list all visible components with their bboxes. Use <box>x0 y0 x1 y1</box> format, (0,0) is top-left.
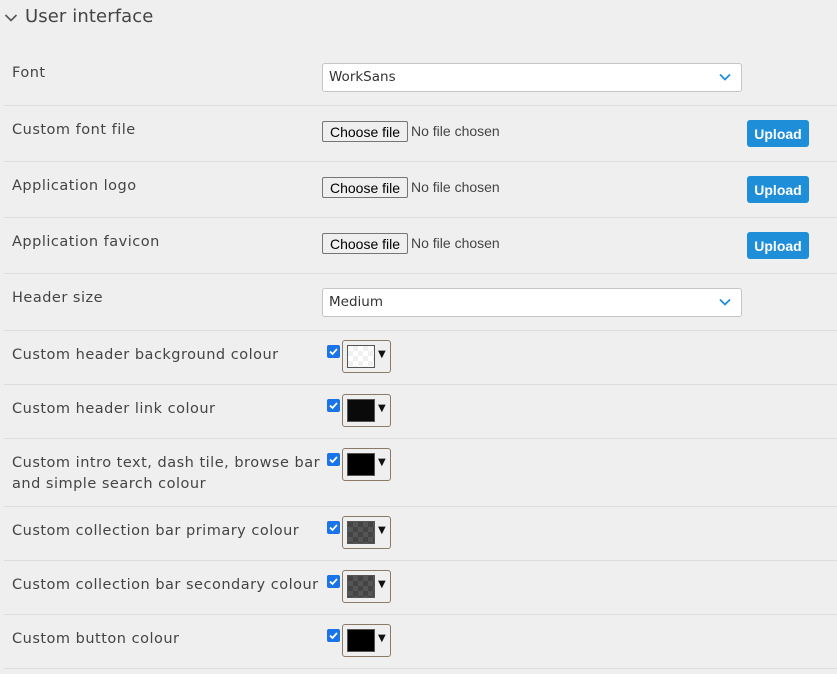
collection-bar-primary-colour-checkbox[interactable] <box>327 521 340 534</box>
chevron-down-icon <box>719 73 731 81</box>
intro-text-colour-label-line2: and simple search colour <box>12 476 207 492</box>
checkmark-icon <box>329 402 338 410</box>
collection-bar-secondary-colour-label: Custom collection bar secondary colour <box>12 577 319 593</box>
colour-swatch <box>347 453 375 476</box>
colour-swatch <box>347 399 375 422</box>
application-logo-row: Application logo Choose file No file cho… <box>4 162 837 218</box>
header-link-colour-picker[interactable]: ▼ <box>342 394 391 427</box>
colour-swatch <box>347 521 375 544</box>
dropdown-arrow-icon: ▼ <box>378 349 386 360</box>
font-select-value: WorkSans <box>329 69 396 85</box>
intro-text-colour-row: Custom intro text, dash tile, browse bar… <box>4 439 837 507</box>
collection-bar-secondary-colour-picker[interactable]: ▼ <box>342 570 391 603</box>
dropdown-arrow-icon: ▼ <box>378 525 386 536</box>
collection-bar-secondary-colour-row: Custom collection bar secondary colour ▼ <box>4 561 837 615</box>
application-favicon-label: Application favicon <box>12 234 160 250</box>
header-background-colour-label: Custom header background colour <box>12 347 279 363</box>
section-header-user-interface[interactable]: User interface <box>0 0 837 36</box>
checkmark-icon <box>329 632 338 640</box>
collection-bar-primary-colour-picker[interactable]: ▼ <box>342 516 391 549</box>
button-colour-checkbox[interactable] <box>327 629 340 642</box>
button-colour-row: Custom button colour ▼ <box>4 615 837 669</box>
intro-text-colour-checkbox[interactable] <box>327 453 340 466</box>
dropdown-arrow-icon: ▼ <box>378 633 386 644</box>
header-background-colour-picker[interactable]: ▼ <box>342 340 391 373</box>
checkmark-icon <box>329 348 338 356</box>
header-size-select[interactable]: Medium <box>322 288 742 317</box>
font-select[interactable]: WorkSans <box>322 63 742 92</box>
chevron-down-icon <box>4 14 18 22</box>
application-favicon-row: Application favicon Choose file No file … <box>4 218 837 274</box>
header-link-colour-row: Custom header link colour ▼ <box>4 385 837 439</box>
checkmark-icon <box>329 524 338 532</box>
custom-font-file-status: No file chosen <box>411 123 500 139</box>
header-background-colour-row: Custom header background colour ▼ <box>4 331 837 385</box>
custom-font-file-row: Custom font file Choose file No file cho… <box>4 106 837 162</box>
font-row: Font WorkSans <box>4 48 837 106</box>
header-link-colour-label: Custom header link colour <box>12 401 216 417</box>
dropdown-arrow-icon: ▼ <box>378 457 386 468</box>
font-label: Font <box>12 65 46 81</box>
header-background-colour-checkbox[interactable] <box>327 345 340 358</box>
button-colour-picker[interactable]: ▼ <box>342 624 391 657</box>
dropdown-arrow-icon: ▼ <box>378 403 386 414</box>
application-logo-status: No file chosen <box>411 179 500 195</box>
header-size-select-value: Medium <box>329 294 383 310</box>
header-link-colour-checkbox[interactable] <box>327 399 340 412</box>
application-favicon-upload-button[interactable]: Upload <box>747 232 809 259</box>
application-favicon-status: No file chosen <box>411 235 500 251</box>
application-logo-upload-button[interactable]: Upload <box>747 176 809 203</box>
chevron-down-icon <box>719 298 731 306</box>
dropdown-arrow-icon: ▼ <box>378 579 386 590</box>
colour-swatch <box>347 575 375 598</box>
collection-bar-secondary-colour-checkbox[interactable] <box>327 575 340 588</box>
application-logo-choose-button[interactable]: Choose file <box>322 177 408 198</box>
application-logo-label: Application logo <box>12 178 137 194</box>
button-colour-label: Custom button colour <box>12 631 180 647</box>
collection-bar-primary-colour-label: Custom collection bar primary colour <box>12 523 300 539</box>
colour-swatch <box>347 345 375 368</box>
header-size-row: Header size Medium <box>4 274 837 331</box>
header-size-label: Header size <box>12 290 104 306</box>
custom-font-file-upload-button[interactable]: Upload <box>747 120 809 147</box>
custom-font-file-label: Custom font file <box>12 122 136 138</box>
checkmark-icon <box>329 578 338 586</box>
intro-text-colour-picker[interactable]: ▼ <box>342 448 391 481</box>
collection-bar-primary-colour-row: Custom collection bar primary colour ▼ <box>4 507 837 561</box>
section-title: User interface <box>25 6 154 27</box>
custom-font-file-choose-button[interactable]: Choose file <box>322 121 408 142</box>
colour-swatch <box>347 629 375 652</box>
intro-text-colour-label-line1: Custom intro text, dash tile, browse bar <box>12 455 321 471</box>
checkmark-icon <box>329 456 338 464</box>
application-favicon-choose-button[interactable]: Choose file <box>322 233 408 254</box>
